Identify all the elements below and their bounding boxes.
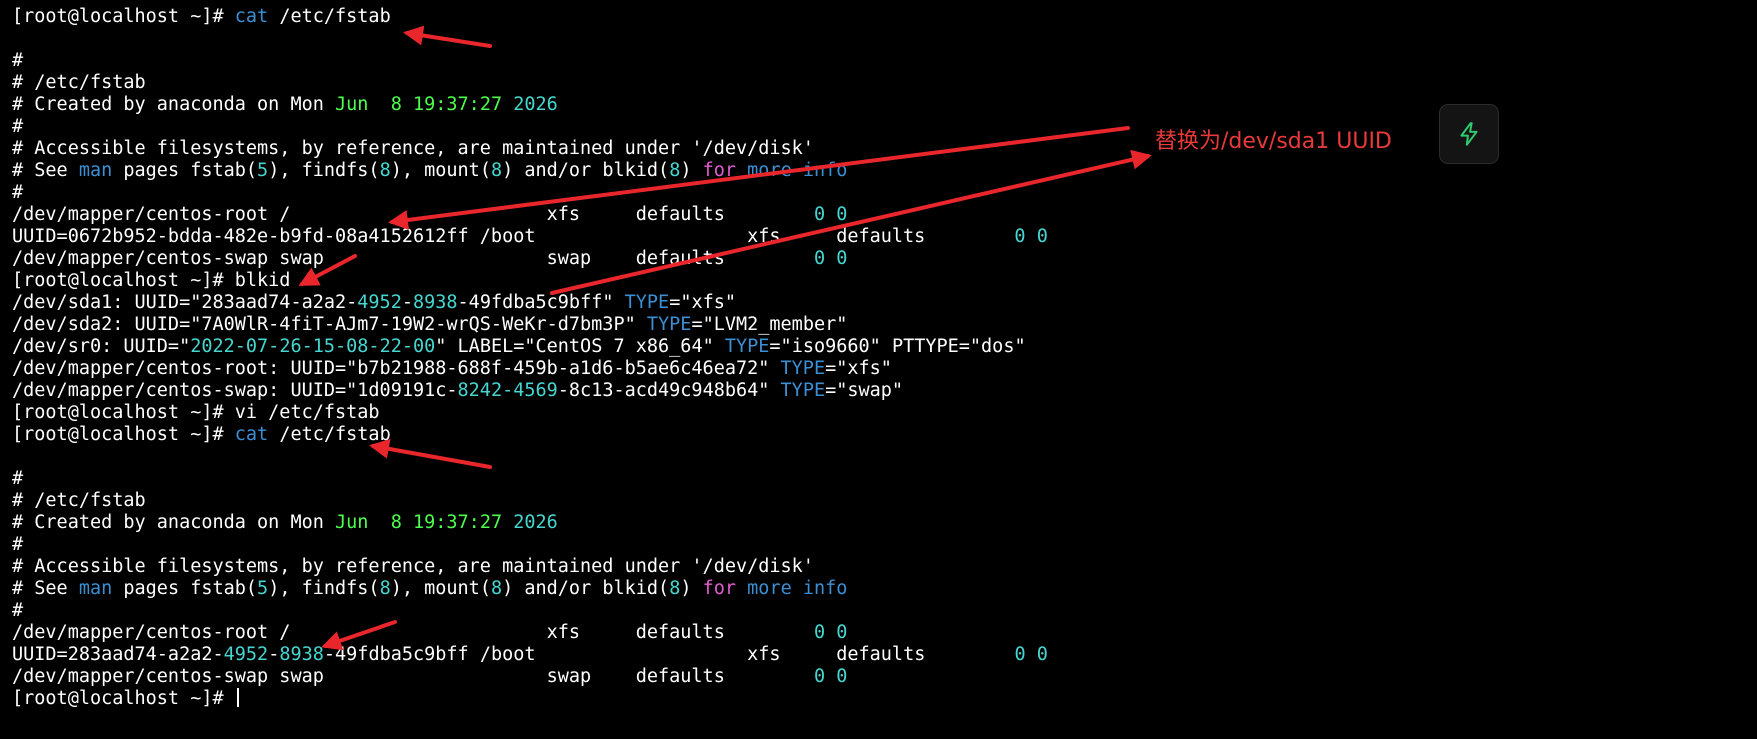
quick-action-button[interactable] [1439,104,1499,164]
annotation-arrow [403,25,492,48]
lightning-bolt-icon [1460,122,1478,146]
annotation-arrow [550,149,1152,295]
annotation-arrow [388,126,1130,230]
annotation-arrow [321,620,397,651]
annotation-arrow [369,438,492,469]
annotation-arrow [298,254,357,286]
annotation-note: 替换为/dev/sda1 UUID [1155,129,1392,154]
